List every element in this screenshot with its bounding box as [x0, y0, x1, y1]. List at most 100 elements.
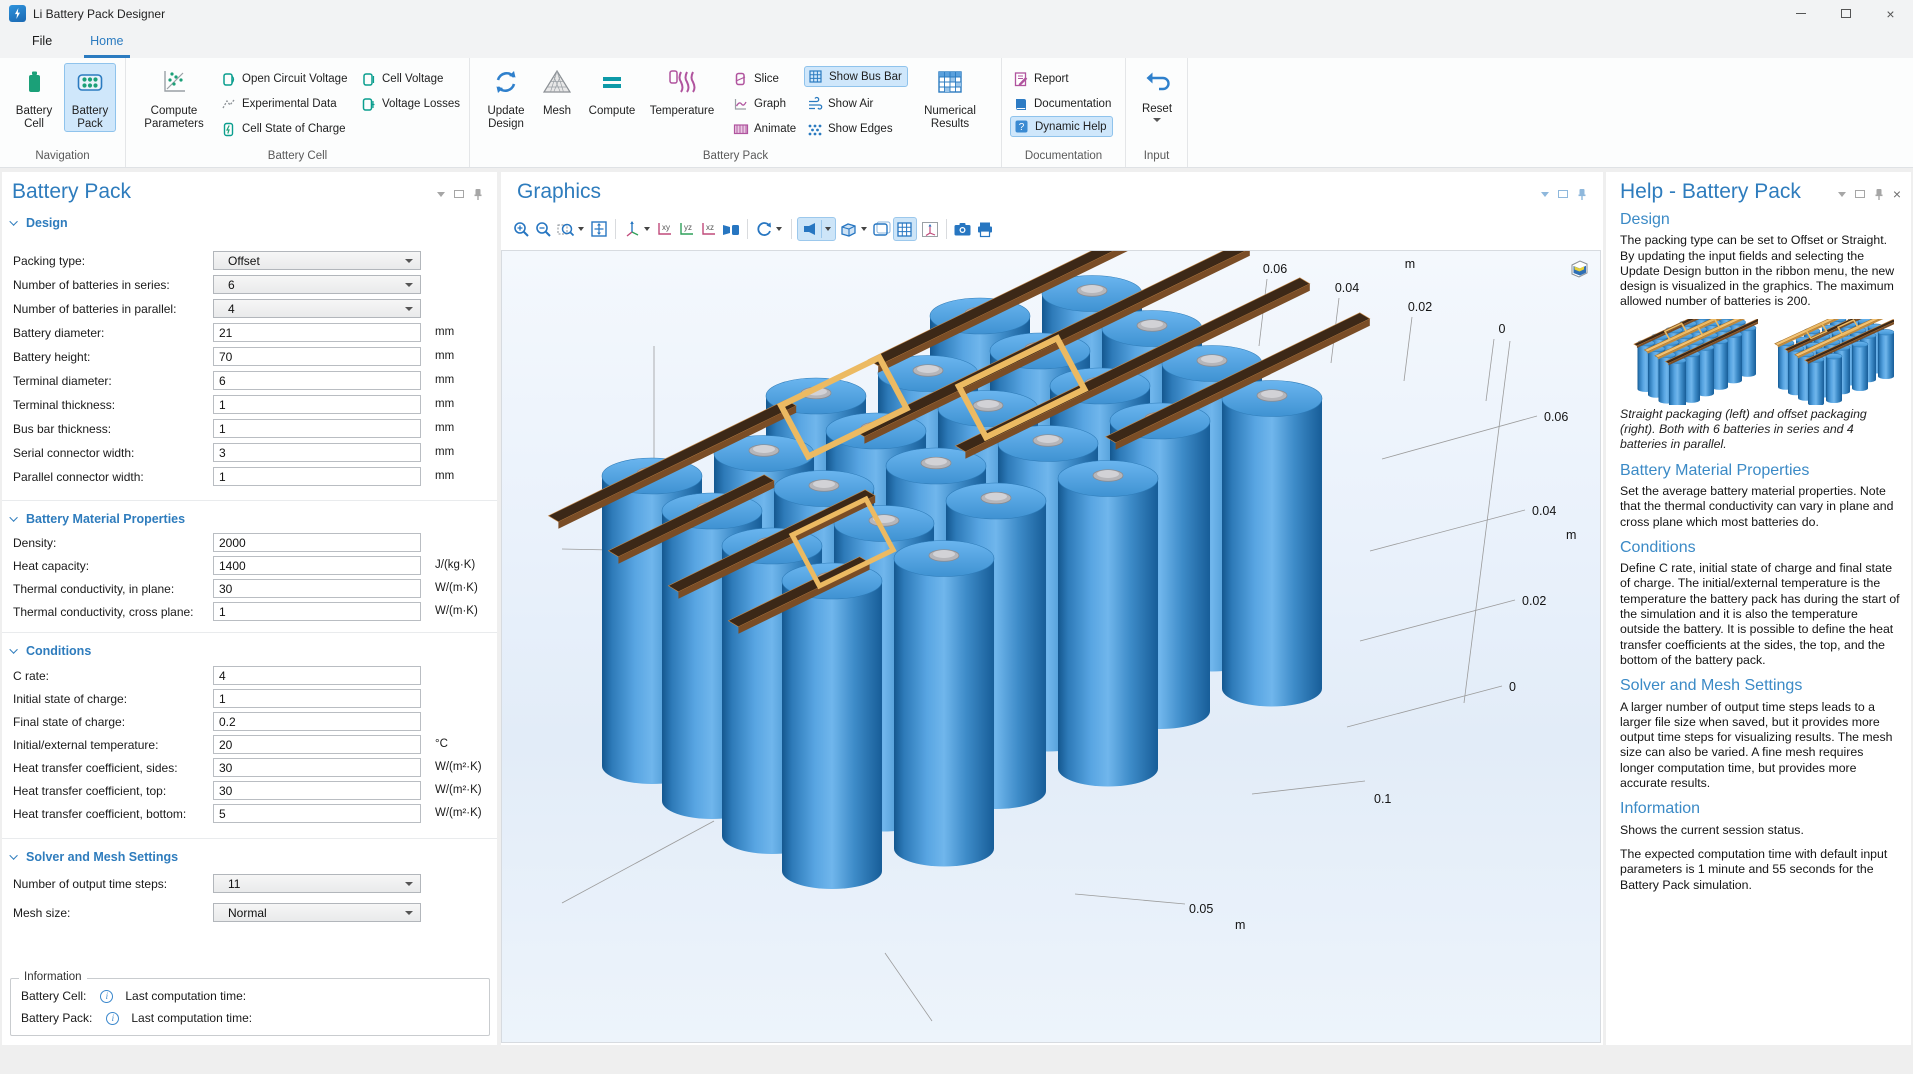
transparency-toggle[interactable]	[799, 218, 820, 240]
slice-icon	[732, 71, 749, 87]
initial-state-of-charge-input[interactable]	[213, 689, 421, 708]
maximize-button[interactable]	[1823, 0, 1868, 27]
show-axis-button[interactable]	[919, 218, 940, 240]
grid-toggle[interactable]	[894, 218, 915, 240]
panel-float-icon[interactable]	[454, 188, 464, 200]
packing-type-select[interactable]: Offset	[213, 251, 421, 270]
cell-voltage-button[interactable]: Cell Voltage	[360, 68, 443, 89]
go-to-view-dropdown-arrow[interactable]	[644, 227, 650, 231]
title-bar: Li Battery Pack Designer ×	[0, 0, 1913, 27]
show-air-toggle[interactable]: Show Air	[806, 93, 873, 114]
terminal-diameter-input[interactable]	[213, 371, 421, 390]
voltage-losses-button[interactable]: Voltage Losses	[360, 93, 460, 114]
heat-transfer-top-input[interactable]	[213, 781, 421, 800]
slice-button[interactable]: Slice	[732, 68, 779, 89]
view-xz-button[interactable]: xz	[698, 218, 719, 240]
rotate-dropdown-arrow[interactable]	[776, 227, 782, 231]
panel-close-icon[interactable]: ×	[1893, 188, 1901, 200]
open-circuit-voltage-icon	[220, 71, 237, 87]
view-cube-icon[interactable]	[1568, 258, 1590, 285]
zoom-in-button[interactable]	[511, 218, 532, 240]
panel-float-icon[interactable]	[1855, 188, 1865, 200]
batteries-in-parallel-select[interactable]: 4	[213, 299, 421, 318]
perspective-button[interactable]	[720, 218, 741, 240]
documentation-button[interactable]: Documentation	[1012, 93, 1111, 114]
zoom-box-dropdown-arrow[interactable]	[578, 227, 584, 231]
reset-button[interactable]: Reset	[1131, 63, 1183, 123]
temperature-button[interactable]: Temperature	[648, 63, 716, 119]
battery-height-input[interactable]	[213, 347, 421, 366]
serial-connector-width-input[interactable]	[213, 443, 421, 462]
wireframe-button[interactable]	[871, 218, 892, 240]
scene-light-button[interactable]	[838, 218, 859, 240]
batteries-in-series-select[interactable]: 6	[213, 275, 421, 294]
heat-capacity-input[interactable]	[213, 556, 421, 575]
snapshot-button[interactable]	[952, 218, 973, 240]
panel-float-icon[interactable]	[1558, 188, 1568, 200]
documentation-icon	[1012, 96, 1029, 112]
battery-cell-button[interactable]: Battery Cell	[8, 63, 60, 132]
section-design[interactable]: Design	[12, 216, 68, 230]
thermal-conductivity-cross-plane-input[interactable]	[213, 602, 421, 621]
panel-pin-icon[interactable]	[473, 188, 483, 200]
zoom-out-button[interactable]	[533, 218, 554, 240]
dynamic-help-toggle[interactable]: ? Dynamic Help	[1010, 116, 1113, 137]
parallel-connector-width-input[interactable]	[213, 467, 421, 486]
battery-diameter-input[interactable]	[213, 323, 421, 342]
panel-menu-chevron-icon[interactable]	[1838, 188, 1846, 200]
mesh-button[interactable]: Mesh	[536, 63, 578, 119]
scene-light-dropdown-arrow[interactable]	[861, 227, 867, 231]
menu-home[interactable]: Home	[84, 27, 129, 58]
numerical-results-button[interactable]: Numerical Results	[914, 63, 986, 132]
bus-bar-thickness-input[interactable]	[213, 419, 421, 438]
update-design-button[interactable]: Update Design	[478, 63, 534, 132]
graph-button[interactable]: Graph	[732, 93, 786, 114]
terminal-thickness-input[interactable]	[213, 395, 421, 414]
panel-pin-icon[interactable]	[1874, 188, 1884, 200]
density-input[interactable]	[213, 533, 421, 552]
go-to-view-button[interactable]	[621, 218, 642, 240]
open-circuit-voltage-button[interactable]: Open Circuit Voltage	[220, 68, 347, 89]
c-rate-input[interactable]	[213, 666, 421, 685]
transparency-dropdown-arrow[interactable]	[825, 227, 831, 231]
section-battery-material-properties[interactable]: Battery Material Properties	[12, 512, 185, 526]
compute-parameters-button[interactable]: Compute Parameters	[136, 63, 212, 132]
cell-state-of-charge-button[interactable]: Cell State of Charge	[220, 118, 346, 139]
view-yz-button[interactable]: yz	[676, 218, 697, 240]
row-mesh-size: Mesh size: Normal	[13, 903, 491, 923]
zoom-box-button[interactable]	[555, 218, 576, 240]
final-state-of-charge-input[interactable]	[213, 712, 421, 731]
rotate-button[interactable]	[753, 218, 774, 240]
view-xy-button[interactable]: xy	[654, 218, 675, 240]
output-time-steps-select[interactable]: 11	[213, 874, 421, 893]
panel-menu-chevron-icon[interactable]	[1541, 188, 1549, 200]
minimize-button[interactable]	[1778, 0, 1823, 27]
thermal-conductivity-in-plane-input[interactable]	[213, 579, 421, 598]
report-button[interactable]: Report	[1012, 68, 1069, 89]
mesh-size-select[interactable]: Normal	[213, 903, 421, 922]
close-button[interactable]: ×	[1868, 0, 1913, 27]
battery-pack-3d-view[interactable]: 0.060.040.020m0.060.040.020m0.10.050m	[502, 251, 1601, 1042]
reset-dropdown-arrow[interactable]	[1153, 118, 1161, 122]
menu-file[interactable]: File	[26, 27, 58, 58]
section-solver-and-mesh[interactable]: Solver and Mesh Settings	[12, 850, 178, 864]
initial-external-temperature-input[interactable]	[213, 735, 421, 754]
panel-menu-chevron-icon[interactable]	[437, 188, 445, 200]
help-paragraph: The expected computation time with defau…	[1620, 847, 1900, 893]
print-button[interactable]	[974, 218, 995, 240]
graphics-canvas[interactable]: 0.060.040.020m0.060.040.020m0.10.050m	[501, 250, 1601, 1043]
animate-button[interactable]: Animate	[732, 118, 796, 139]
compute-button[interactable]: Compute	[582, 63, 642, 119]
heat-transfer-sides-input[interactable]	[213, 758, 421, 777]
battery-pack-button[interactable]: Battery Pack	[64, 63, 116, 132]
svg-text:0.02: 0.02	[1408, 300, 1432, 314]
section-conditions[interactable]: Conditions	[12, 644, 91, 658]
minimize-icon	[1796, 13, 1806, 14]
show-bus-bar-toggle[interactable]: Show Bus Bar	[804, 66, 908, 87]
show-edges-toggle[interactable]: Show Edges	[806, 118, 893, 139]
zoom-extents-button[interactable]	[588, 218, 609, 240]
panel-pin-icon[interactable]	[1577, 188, 1587, 200]
experimental-data-button[interactable]: Experimental Data	[220, 93, 337, 114]
heat-transfer-bottom-input[interactable]	[213, 804, 421, 823]
compute-icon	[597, 68, 627, 101]
